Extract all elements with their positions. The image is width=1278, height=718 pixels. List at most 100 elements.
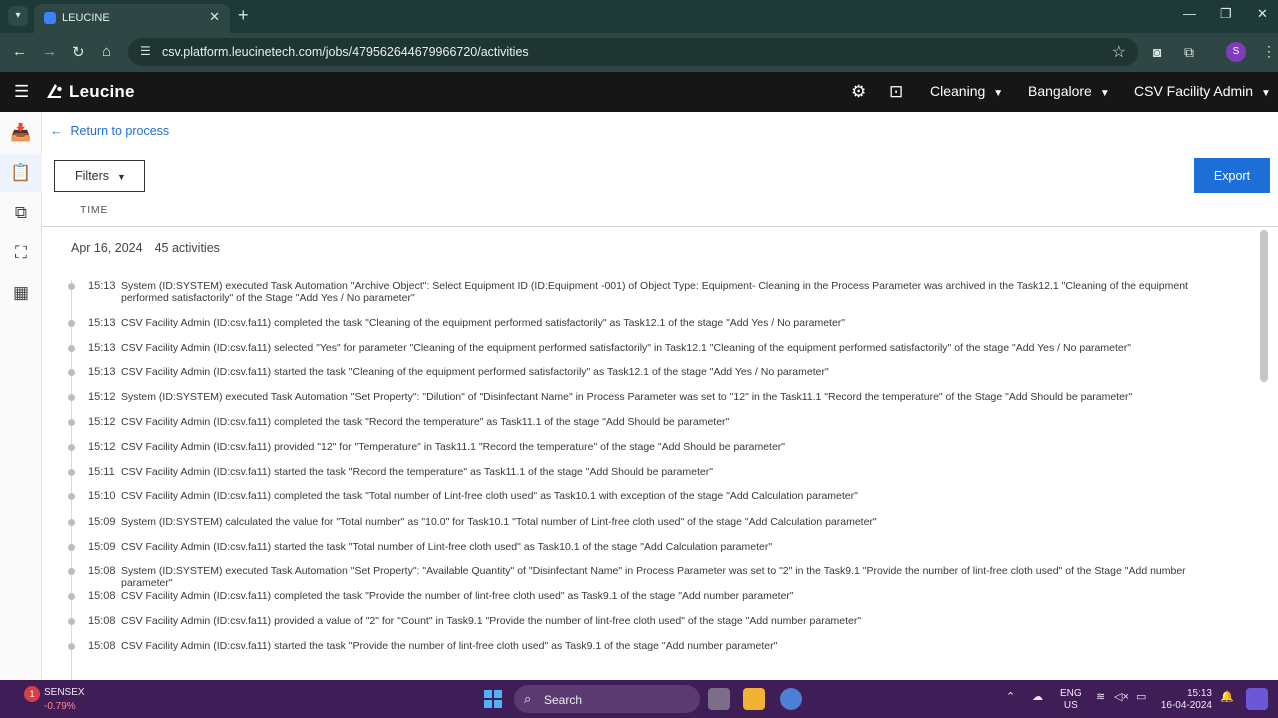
timeline-dot	[68, 419, 75, 426]
activity-text: System (ID:SYSTEM) executed Task Automat…	[121, 565, 1186, 589]
timeline-dot	[68, 345, 75, 352]
chevron-down-icon: ▼	[1261, 88, 1271, 99]
sensex-change: -0.79%	[44, 701, 76, 712]
export-button[interactable]: Export	[1194, 158, 1270, 193]
filters-label: Filters	[75, 169, 110, 183]
return-to-process-link[interactable]: ← Return to process	[50, 124, 169, 138]
extensions-icon[interactable]: ⧉	[1184, 44, 1194, 61]
profile-avatar[interactable]: S	[1226, 42, 1246, 62]
copilot-icon[interactable]	[1246, 688, 1268, 710]
windows-start-icon[interactable]	[484, 690, 502, 708]
browser-tab[interactable]: LEUCINE ✕	[34, 4, 230, 33]
region-code: US	[1063, 700, 1078, 711]
leucine-logo-icon	[47, 84, 62, 98]
file-explorer-icon[interactable]	[743, 688, 765, 710]
activity-time: 15:12	[88, 416, 116, 428]
tab-title: LEUCINE	[62, 12, 110, 24]
activity-time: 15:08	[88, 590, 116, 602]
activity-time: 15:08	[88, 640, 116, 652]
activity-time: 15:13	[88, 342, 116, 354]
wifi-icon[interactable]: ≋	[1096, 690, 1105, 703]
stock-widget-icon[interactable]: 1	[24, 686, 40, 702]
taskbar-search-input[interactable]: ⌕ Search	[514, 685, 700, 713]
back-icon[interactable]: ←	[12, 43, 27, 60]
browser-menu-icon[interactable]: ⋮	[1262, 43, 1276, 60]
battery-icon[interactable]: ▭	[1136, 690, 1146, 703]
volume-muted-icon[interactable]: ◁×	[1114, 690, 1129, 703]
tray-overflow-chevron-icon[interactable]: ⌃	[1006, 690, 1015, 703]
settings-gear-icon[interactable]: ⚙	[851, 82, 866, 102]
restore-icon[interactable]: ❐	[1220, 6, 1232, 22]
timeline-dot	[68, 618, 75, 625]
activity-time: 15:09	[88, 541, 116, 553]
activity-date: Apr 16, 2024	[71, 241, 143, 255]
timeline-dot	[68, 469, 75, 476]
activity-time: 15:08	[88, 615, 116, 627]
activity-time: 15:13	[88, 366, 116, 378]
activity-text: CSV Facility Admin (ID:csv.fa11) provide…	[121, 441, 786, 453]
timeline-dot	[68, 568, 75, 575]
tab-search-dropdown-icon[interactable]: ▾	[8, 6, 28, 26]
filters-button[interactable]: Filters ▼	[54, 160, 145, 192]
url-input[interactable]: ☰ csv.platform.leucinetech.com/jobs/4795…	[128, 38, 1138, 66]
activity-text: System (ID:SYSTEM) executed Task Automat…	[121, 391, 1133, 403]
activity-time: 15:11	[88, 466, 115, 478]
site-info-icon[interactable]: ☰	[140, 44, 151, 58]
activity-text: CSV Facility Admin (ID:csv.fa11) started…	[121, 541, 773, 553]
use-case-label: Cleaning	[930, 83, 986, 99]
activity-text: CSV Facility Admin (ID:csv.fa11) started…	[121, 466, 713, 478]
browser-tab-bar: ▾ LEUCINE ✕ + — ❐ ✕	[0, 0, 1278, 33]
chevron-down-icon: ▼	[1099, 88, 1110, 99]
activity-text: CSV Facility Admin (ID:csv.fa11) complet…	[121, 317, 846, 329]
home-icon[interactable]: ⌂	[102, 43, 111, 60]
onedrive-cloud-icon[interactable]: ☁	[1032, 690, 1043, 703]
new-tab-icon[interactable]: +	[238, 5, 249, 26]
ontology-hierarchy-icon[interactable]: ⛶	[0, 234, 42, 272]
task-view-icon[interactable]	[708, 688, 730, 710]
activity-time: 15:12	[88, 391, 116, 403]
user-dropdown[interactable]: CSV Facility Admin ▼	[1134, 83, 1271, 99]
close-tab-icon[interactable]: ✕	[209, 9, 220, 25]
activity-text: CSV Facility Admin (ID:csv.fa11) started…	[121, 366, 829, 378]
system-clock[interactable]: 15:13 16-04-2024	[1160, 688, 1212, 712]
camera-icon[interactable]: ◙	[1153, 44, 1161, 60]
browser-address-bar: ← → ↻ ⌂ ☰ csv.platform.leucinetech.com/j…	[0, 33, 1278, 72]
activity-text: CSV Facility Admin (ID:csv.fa11) complet…	[121, 416, 730, 428]
arrow-left-icon: ←	[50, 124, 63, 138]
activity-time: 15:13	[88, 280, 116, 292]
forward-icon[interactable]: →	[42, 43, 57, 60]
chevron-down-icon: ▼	[117, 172, 126, 182]
notification-bell-icon[interactable]: 🔔	[1220, 690, 1234, 703]
activity-text: System (ID:SYSTEM) calculated the value …	[121, 516, 877, 528]
timeline-dot	[68, 544, 75, 551]
processes-icon[interactable]: ⧉	[0, 194, 42, 232]
use-case-dropdown[interactable]: Cleaning ▼	[930, 83, 1003, 99]
search-label: Search	[544, 693, 583, 707]
activity-text: CSV Facility Admin (ID:csv.fa11) provide…	[121, 615, 862, 627]
minimize-icon[interactable]: —	[1183, 6, 1196, 21]
qr-scan-icon[interactable]: ⊡	[889, 82, 903, 102]
reload-icon[interactable]: ↻	[72, 43, 85, 61]
language-indicator[interactable]: ENG US	[1060, 688, 1082, 712]
inbox-icon[interactable]: 📥	[0, 114, 42, 152]
header-divider	[42, 226, 1278, 227]
timeline-dot	[68, 643, 75, 650]
timeline-dot	[68, 394, 75, 401]
reports-calculator-icon[interactable]: ▦	[0, 274, 42, 312]
activity-time: 15:12	[88, 441, 116, 453]
activity-text: CSV Facility Admin (ID:csv.fa11) complet…	[121, 490, 858, 502]
close-window-icon[interactable]: ✕	[1257, 6, 1268, 22]
hamburger-menu-icon[interactable]: ☰	[14, 82, 29, 102]
activity-time: 15:08	[88, 565, 116, 577]
facility-label: Bangalore	[1028, 83, 1092, 99]
user-role-label: CSV Facility Admin	[1134, 83, 1254, 99]
chrome-icon[interactable]	[780, 688, 802, 710]
scrollbar-thumb[interactable]	[1260, 230, 1268, 382]
chevron-down-icon: ▼	[993, 88, 1004, 99]
facility-dropdown[interactable]: Bangalore ▼	[1028, 83, 1110, 99]
jobs-clipboard-icon[interactable]: 📋	[0, 154, 42, 192]
timeline-dot	[68, 444, 75, 451]
leucine-favicon-icon	[44, 12, 56, 24]
bookmark-star-icon[interactable]: ☆	[1112, 42, 1126, 62]
activity-count: 45 activities	[154, 241, 220, 255]
